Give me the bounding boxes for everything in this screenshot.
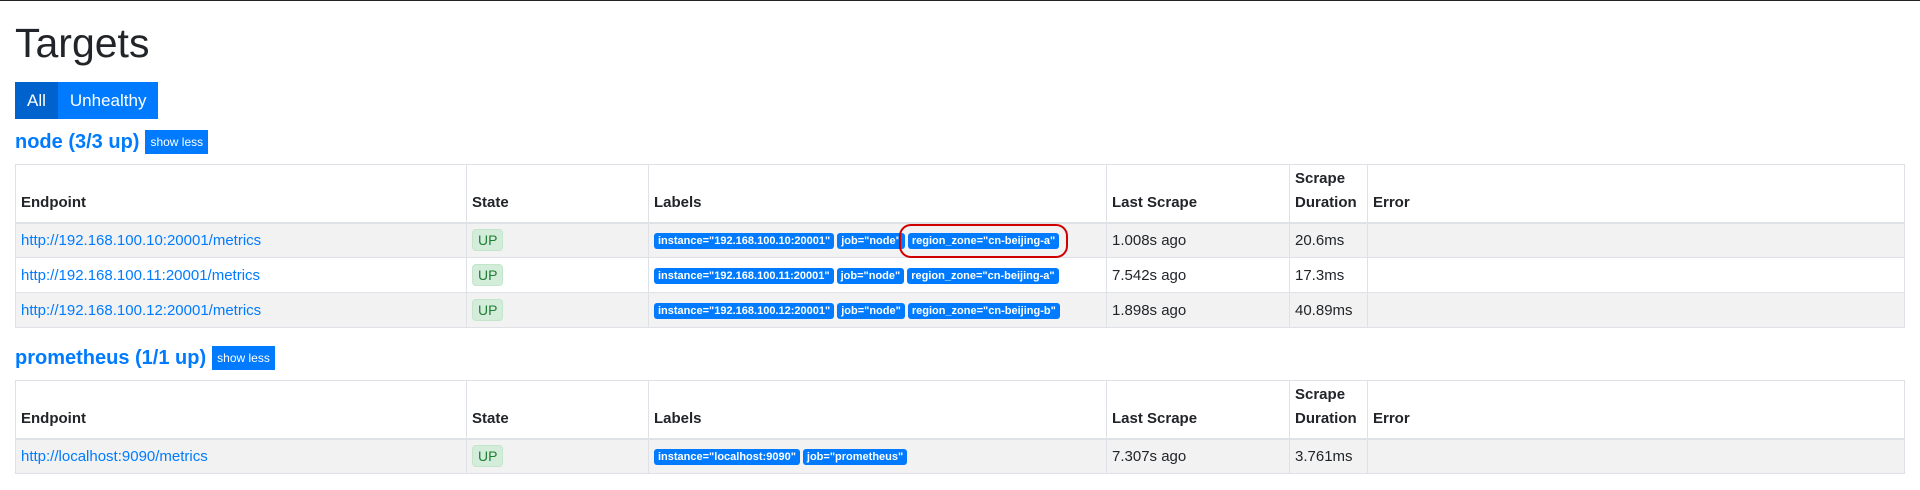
- job-section-node: node (3/3 up) show less Endpoint State L…: [15, 126, 1905, 328]
- last-scrape-cell: 7.307s ago: [1106, 438, 1290, 474]
- table-row: http://localhost:9090/metrics UP instanc…: [15, 438, 1905, 474]
- endpoint-link[interactable]: http://192.168.100.10:20001/metrics: [21, 232, 261, 249]
- endpoint-link[interactable]: http://192.168.100.12:20001/metrics: [21, 302, 261, 319]
- targets-table: Endpoint State Labels Last Scrape Scrape…: [15, 380, 1905, 474]
- label-badge: instance="192.168.100.12:20001": [654, 303, 835, 319]
- state-badge: UP: [472, 264, 504, 286]
- error-cell: [1367, 292, 1905, 328]
- job-section-prometheus: prometheus (1/1 up) show less Endpoint S…: [15, 342, 1905, 474]
- filter-all-button[interactable]: All: [15, 82, 58, 119]
- label-badge: instance="192.168.100.11:20001": [654, 268, 834, 284]
- job-header: node (3/3 up) show less: [15, 126, 1905, 158]
- col-state: State: [466, 164, 649, 224]
- error-cell: [1367, 222, 1905, 258]
- endpoint-link[interactable]: http://localhost:9090/metrics: [21, 448, 208, 465]
- col-error: Error: [1367, 164, 1905, 224]
- col-endpoint: Endpoint: [15, 380, 467, 440]
- filter-unhealthy-button[interactable]: Unhealthy: [57, 82, 159, 119]
- show-less-button[interactable]: show less: [212, 346, 275, 370]
- scrape-duration-cell: 17.3ms: [1289, 257, 1368, 293]
- labels-cell: instance="192.168.100.10:20001" job="node…: [648, 222, 1107, 259]
- state-badge: UP: [472, 229, 504, 252]
- col-last-scrape: Last Scrape: [1106, 380, 1290, 440]
- scrape-duration-cell: 40.89ms: [1289, 292, 1368, 328]
- col-state: State: [466, 380, 649, 440]
- col-last-scrape: Last Scrape: [1106, 164, 1290, 224]
- last-scrape-cell: 1.898s ago: [1106, 292, 1290, 328]
- error-cell: [1367, 438, 1905, 474]
- last-scrape-cell: 7.542s ago: [1106, 257, 1290, 293]
- error-cell: [1367, 257, 1905, 293]
- scrape-duration-cell: 20.6ms: [1289, 222, 1368, 258]
- show-less-button[interactable]: show less: [145, 130, 209, 154]
- targets-table: Endpoint State Labels Last Scrape Scrape…: [15, 164, 1905, 328]
- filter-button-group: All Unhealthy: [15, 82, 1905, 119]
- job-title-link[interactable]: node (3/3 up): [15, 131, 139, 154]
- targets-page: Targets All Unhealthy node (3/3 up) show…: [0, 1, 1920, 474]
- job-header: prometheus (1/1 up) show less: [15, 342, 1905, 374]
- col-endpoint: Endpoint: [15, 164, 467, 224]
- labels-cell: instance="localhost:9090" job="prometheus…: [648, 438, 1107, 474]
- state-badge: UP: [472, 445, 504, 468]
- labels-cell: instance="192.168.100.12:20001" job="node…: [648, 292, 1107, 328]
- col-scrape-duration: Scrape Duration: [1289, 164, 1368, 224]
- label-badge: instance="localhost:9090": [654, 449, 800, 466]
- scrape-duration-cell: 3.761ms: [1289, 438, 1368, 474]
- table-row: http://192.168.100.12:20001/metrics UP i…: [15, 292, 1905, 328]
- label-badge: instance="192.168.100.10:20001": [654, 233, 835, 250]
- last-scrape-cell: 1.008s ago: [1106, 222, 1290, 258]
- label-badge-highlighted: region_zone="cn-beijing-a": [898, 224, 1069, 259]
- label-badge: job="node": [837, 233, 905, 250]
- label-badge: job="node": [836, 268, 905, 284]
- label-badge: job="prometheus": [802, 449, 908, 466]
- job-title-link[interactable]: prometheus (1/1 up): [15, 347, 206, 370]
- table-row: http://192.168.100.11:20001/metrics UP i…: [15, 257, 1905, 293]
- col-labels: Labels: [648, 164, 1107, 224]
- label-badge: region_zone="cn-beijing-b": [907, 303, 1060, 319]
- col-scrape-duration: Scrape Duration: [1289, 380, 1368, 440]
- col-labels: Labels: [648, 380, 1107, 440]
- endpoint-link[interactable]: http://192.168.100.11:20001/metrics: [21, 267, 260, 284]
- labels-cell: instance="192.168.100.11:20001" job="node…: [648, 257, 1107, 293]
- table-row: http://192.168.100.10:20001/metrics UP i…: [15, 222, 1905, 259]
- label-badge: job="node": [837, 303, 905, 319]
- label-badge: region_zone="cn-beijing-a": [907, 268, 1059, 284]
- page-title: Targets: [15, 20, 150, 66]
- state-badge: UP: [472, 299, 504, 321]
- col-error: Error: [1367, 380, 1905, 440]
